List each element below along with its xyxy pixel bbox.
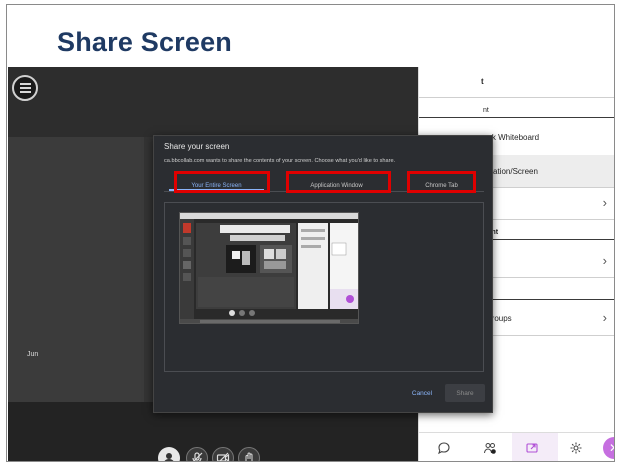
avatar-icon	[164, 453, 174, 461]
menu-icon[interactable]	[12, 75, 38, 101]
mic-toggle-button[interactable]	[186, 447, 208, 461]
highlight-box-chrome-tab	[407, 171, 476, 193]
entire-screen-thumbnail[interactable]	[179, 212, 359, 324]
share-content-icon[interactable]	[523, 439, 541, 457]
chevron-right-icon: ›	[602, 195, 607, 210]
avatar[interactable]	[158, 447, 180, 461]
highlight-box-application-window	[286, 171, 391, 193]
section-label-primary: nt	[483, 107, 489, 114]
raise-hand-icon	[245, 452, 253, 461]
mic-off-icon	[192, 452, 203, 461]
camera-off-icon	[216, 452, 230, 461]
panel-header: t	[481, 77, 484, 86]
highlight-box-entire-screen	[174, 171, 270, 193]
camera-toggle-button[interactable]	[212, 447, 234, 461]
panel-footer-toolbar: ✕	[419, 432, 614, 461]
share-files-item[interactable]: es	[483, 199, 614, 208]
gear-icon[interactable]	[567, 439, 585, 457]
close-icon[interactable]: ✕	[603, 437, 614, 459]
raise-hand-button[interactable]	[238, 447, 260, 461]
collaborate-screenshot: Jun t nt ank Whiteboard plication/Screen…	[8, 67, 614, 461]
share-blank-whiteboard-item[interactable]: ank Whiteboard	[483, 133, 614, 142]
attendees-icon[interactable]	[481, 439, 499, 457]
share-button[interactable]: Share	[445, 384, 485, 402]
breakout-groups-item[interactable]: t Groups	[481, 314, 614, 323]
share-screen-dialog: Share your screen ca.bbcollab.com wants …	[153, 135, 493, 413]
chevron-right-icon[interactable]: ›	[603, 253, 607, 268]
section-label-secondary: ntent	[481, 229, 614, 236]
cancel-button[interactable]: Cancel	[404, 384, 440, 402]
screen-thumbnail-image	[180, 213, 358, 323]
chat-icon[interactable]	[435, 439, 453, 457]
dialog-title: Share your screen	[164, 142, 230, 151]
slide-frame: Share Screen Jun t nt ank Whiteboard pli…	[6, 4, 615, 462]
share-application-item[interactable]: plication/Screen	[481, 167, 614, 176]
screen-preview-area	[164, 202, 484, 372]
dialog-subtitle: ca.bbcollab.com wants to share the conte…	[164, 158, 396, 164]
chevron-right-icon[interactable]: ›	[603, 310, 607, 325]
user-name: Jun	[27, 351, 39, 358]
slide-title: Share Screen	[57, 27, 232, 57]
